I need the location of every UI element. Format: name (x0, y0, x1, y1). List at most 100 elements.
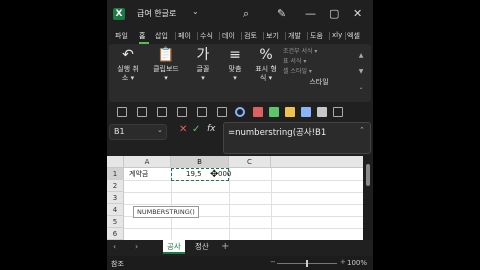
tab-separator (263, 32, 264, 40)
cell-styles-button[interactable]: 셀 스타일 ▾ (283, 67, 355, 77)
tab-view[interactable]: 보기 (266, 31, 279, 41)
tab-page-layout[interactable]: 페이 (178, 31, 191, 41)
styles-group: 조건부 서식 ▾ 표 서식 ▾ 셀 스타일 ▾ 스타일 (283, 47, 355, 87)
number-format-button[interactable]: % 표시 형 식 ▾ (251, 47, 281, 83)
tab-file[interactable]: 파일 (115, 31, 128, 41)
row-header-4[interactable]: 4 (107, 204, 124, 216)
tab-separator (345, 32, 346, 40)
column-header-a[interactable]: A (124, 156, 171, 168)
maximize-icon[interactable]: ▢ (329, 7, 339, 20)
grid-icon[interactable] (137, 107, 147, 117)
zoom-out-icon[interactable]: − (270, 258, 276, 266)
zoom-level[interactable]: 100% (347, 259, 367, 267)
minimize-icon[interactable]: — (305, 7, 316, 20)
copy-icon[interactable] (217, 107, 227, 117)
tab-separator (241, 32, 242, 40)
row-header-1[interactable]: 1 (107, 168, 124, 180)
vertical-scrollbar[interactable] (363, 156, 373, 240)
chevron-up-icon[interactable]: ▲ (357, 48, 365, 64)
alignment-button[interactable]: ≡ 맞춤 ▾ (221, 47, 249, 83)
gridline (124, 180, 373, 181)
tab-insert[interactable]: 삽입 (155, 31, 168, 41)
font-dropdown[interactable]: ▾ (189, 74, 217, 83)
cell-a1[interactable]: 계약금 (129, 168, 148, 180)
conditional-format-button[interactable]: 조건부 서식 ▾ (283, 47, 355, 57)
chevron-down-icon[interactable]: ⌄ (157, 126, 163, 134)
close-icon[interactable]: ✕ (353, 7, 362, 20)
sheet-tab-gongsa[interactable]: 공사 (163, 240, 185, 254)
chevron-down-icon[interactable]: ▼ (357, 64, 365, 80)
title-bar: X 급여 한글로 ⌄ ⌕ ✎ — ▢ ✕ (107, 0, 373, 26)
blue-fill-icon[interactable] (301, 107, 311, 117)
pen-icon[interactable]: ✎ (277, 7, 286, 20)
cancel-icon[interactable]: ✕ (179, 124, 187, 135)
undo-label: 실행 취 (117, 65, 139, 73)
alignment-dropdown[interactable]: ▾ (221, 74, 249, 83)
function-tooltip[interactable]: NUMBERSTRING() (133, 206, 199, 218)
clipboard-icon: 📋 (157, 47, 175, 63)
undo-button[interactable]: ↶ 실행 취 소 ▾ (113, 47, 143, 83)
zoom-in-icon[interactable]: + (340, 258, 346, 266)
ribbon-tabs: 파일 홈 삽입 페이 수식 데이 검토 보기 개발 도움 xly 엑셀 (107, 28, 373, 44)
number-format-label: 표시 형 (255, 65, 277, 73)
zoom-slider-knob[interactable] (306, 260, 308, 267)
gray-fill-icon[interactable] (317, 107, 327, 117)
confirm-icon[interactable]: ✓ (192, 124, 200, 135)
tab-separator (197, 32, 198, 40)
font-button[interactable]: 가 글꼴 ▾ (189, 47, 217, 83)
row-header-5[interactable]: 5 (107, 216, 124, 228)
tab-home[interactable]: 홈 (139, 31, 145, 41)
prev-sheet-icon[interactable]: ‹ (113, 242, 116, 251)
green-fill-icon[interactable] (269, 107, 279, 117)
alignment-label: 맞춤 (228, 65, 242, 73)
expand-icon[interactable]: ⌄ (357, 80, 365, 96)
merge-icon[interactable] (177, 107, 187, 117)
chevron-down-icon[interactable]: ⌄ (192, 7, 199, 16)
insert-function-icon[interactable]: fx (207, 124, 216, 134)
gridline (124, 192, 373, 193)
expand-formula-icon[interactable]: ⌃ (359, 126, 365, 134)
tab-separator (285, 32, 286, 40)
add-sheet-icon[interactable]: + (221, 241, 229, 252)
gridline (124, 228, 373, 229)
tab-xly[interactable]: xly (332, 31, 342, 39)
number-format-dropdown[interactable]: 식 ▾ (251, 74, 281, 83)
sheet-tab-jeongsan[interactable]: 정산 (191, 240, 213, 254)
clipboard-button[interactable]: 📋 클립보드 ▾ (149, 47, 183, 83)
scrollbar-thumb[interactable] (366, 164, 370, 186)
next-sheet-icon[interactable]: › (135, 242, 138, 251)
ribbon-scroll[interactable]: ▲ ▼ ⌄ (357, 48, 365, 98)
formula-input[interactable]: =numberstring(공사!B1 (223, 122, 371, 154)
tab-separator (307, 32, 308, 40)
format-as-table-button[interactable]: 표 서식 ▾ (283, 57, 355, 67)
tab-developer[interactable]: 개발 (288, 31, 301, 41)
more-icon[interactable] (333, 107, 343, 117)
table-icon[interactable] (117, 107, 127, 117)
tab-review[interactable]: 검토 (244, 31, 257, 41)
tab-excel-addin[interactable]: 엑셀 (347, 31, 360, 41)
row-header-2[interactable]: 2 (107, 180, 124, 192)
excel-window: X 급여 한글로 ⌄ ⌕ ✎ — ▢ ✕ 파일 홈 삽입 페이 수식 데이 검토… (107, 0, 373, 270)
tab-help[interactable]: 도움 (310, 31, 323, 41)
circle-icon[interactable] (235, 107, 245, 117)
tab-data[interactable]: 데이 (222, 31, 235, 41)
worksheet-grid[interactable]: A B C 1 2 3 4 5 6 계약금 19,5 ✥ 000 NUMBERS… (107, 156, 373, 240)
format-icon[interactable] (197, 107, 207, 117)
clipboard-dropdown[interactable]: ▾ (149, 74, 183, 83)
column-header-b[interactable]: B (171, 156, 229, 168)
yellow-fill-icon[interactable] (285, 107, 295, 117)
undo-dropdown[interactable]: 소 ▾ (113, 74, 143, 83)
undo-icon: ↶ (122, 47, 134, 63)
row-header-6[interactable]: 6 (107, 228, 124, 240)
search-icon[interactable]: ⌕ (243, 7, 249, 21)
select-all-corner[interactable] (107, 156, 124, 168)
border-icon[interactable] (157, 107, 167, 117)
tab-formulas[interactable]: 수식 (200, 31, 213, 41)
column-header-c[interactable]: C (229, 156, 271, 168)
red-fill-icon[interactable] (253, 107, 263, 117)
quick-access-toolbar (109, 104, 371, 120)
ribbon-panel: ↶ 실행 취 소 ▾ 📋 클립보드 ▾ 가 글꼴 ▾ ≡ 맞춤 ▾ % 표시 형… (109, 44, 371, 102)
row-header-3[interactable]: 3 (107, 192, 124, 204)
workbook-title[interactable]: 급여 한글로 (137, 8, 176, 19)
sheet-tab-bar: ‹ › 공사 정산 + (107, 240, 373, 254)
